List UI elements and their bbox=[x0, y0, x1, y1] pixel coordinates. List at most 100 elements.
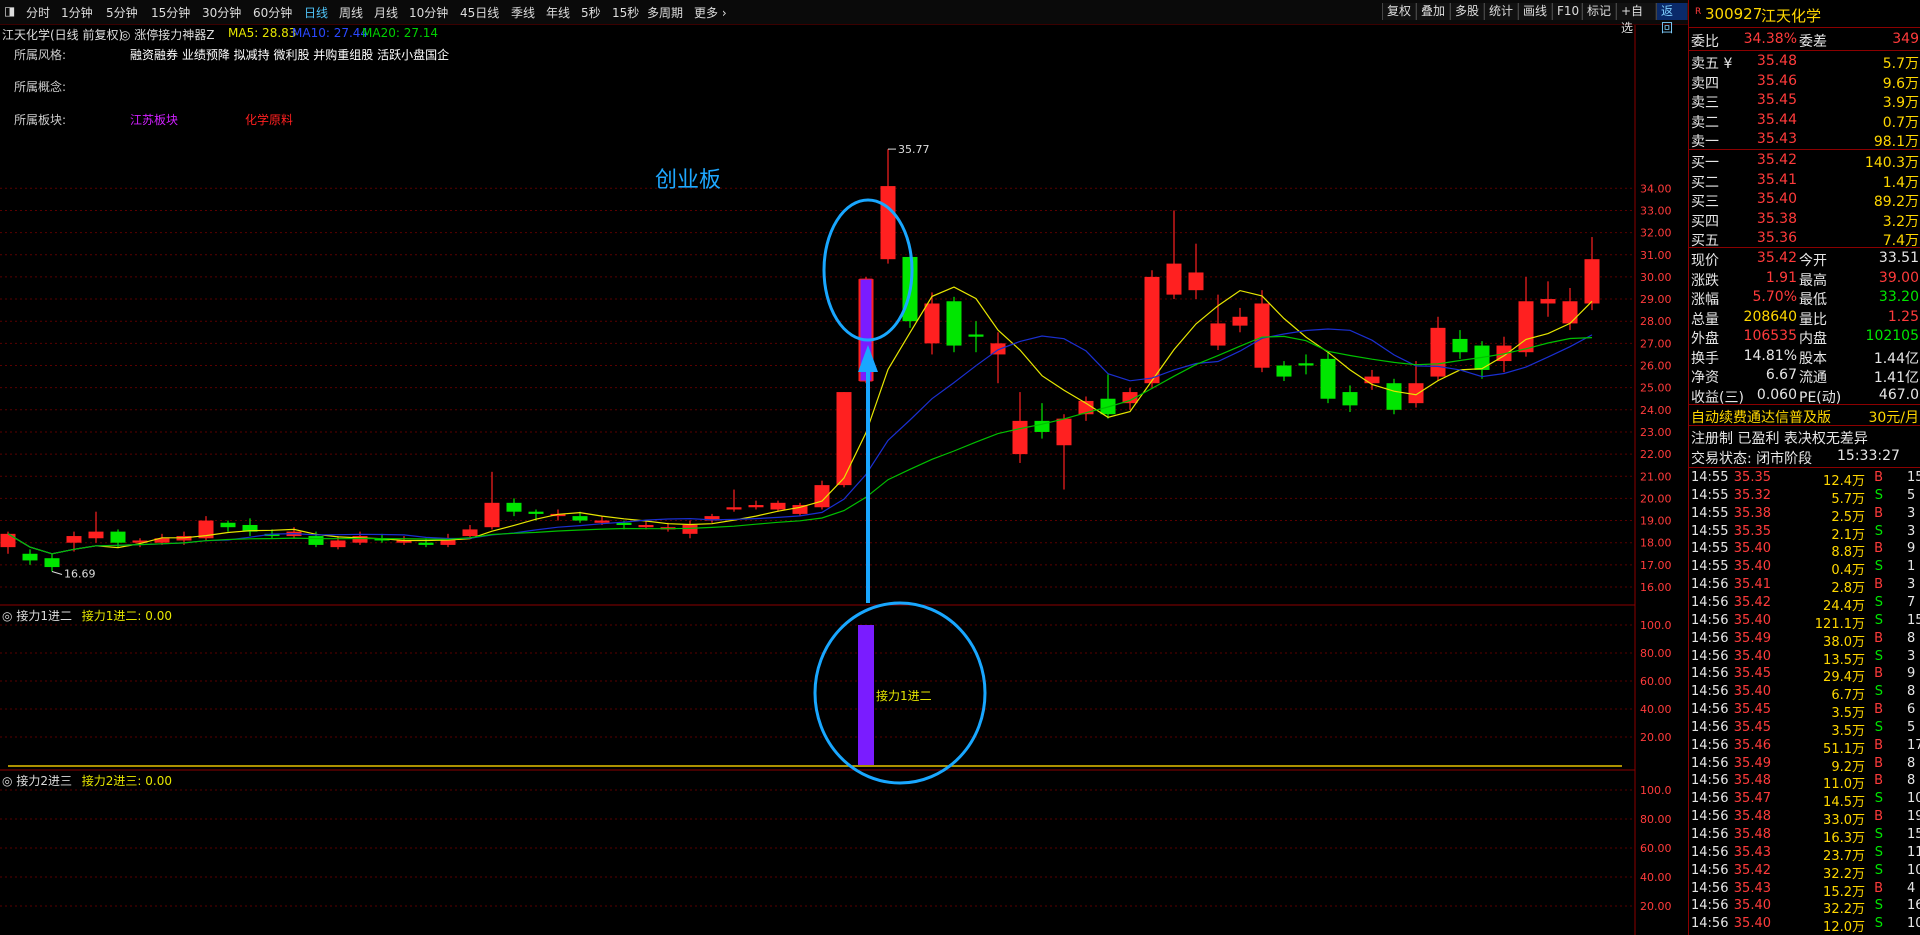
sub2-value: 接力2进三: 0.00 bbox=[81, 774, 172, 788]
quote-row[interactable]: 涨幅 5.70% 最低 33.20 bbox=[1689, 288, 1920, 308]
sub2-tick-label: 40.00 bbox=[1640, 871, 1672, 884]
quote-row[interactable]: 外盘 106535 内盘 102105 bbox=[1689, 327, 1920, 347]
toolbar-btn-1[interactable]: 叠加 bbox=[1416, 3, 1450, 20]
sub1-value: 接力1进二: 0.00 bbox=[81, 609, 172, 623]
quote-row[interactable]: 收益(三) 0.060 PE(动) 467.0 bbox=[1689, 386, 1920, 406]
candle-body bbox=[22, 553, 38, 561]
quote-value: 5.70% bbox=[1752, 289, 1797, 305]
toolbar-btn-2[interactable]: 多股 bbox=[1450, 3, 1484, 20]
tick-count: 3 bbox=[1907, 505, 1916, 521]
tick-row: 14:56 35.48 16.3万 S 15 bbox=[1689, 826, 1920, 846]
toolbar-btn-6[interactable]: 标记 bbox=[1582, 3, 1616, 20]
quote-row[interactable]: 总量 208640 量比 1.25 bbox=[1689, 308, 1920, 328]
tick-time: 14:56 bbox=[1691, 827, 1729, 842]
period-3[interactable]: 15分钟 bbox=[151, 4, 190, 21]
sub1-title-bar: ◎ 接力1进二 接力1进二: 0.00 bbox=[2, 607, 172, 624]
ask-volume: 9.6万 bbox=[1882, 75, 1919, 92]
period-5[interactable]: 60分钟 bbox=[253, 4, 292, 21]
ask-label: 卖一 bbox=[1691, 134, 1719, 150]
period-13[interactable]: 5秒 bbox=[581, 4, 601, 21]
weibi-row: 委比 34.38% 委差 349 bbox=[1689, 30, 1920, 50]
toolbar-btn-7[interactable]: +自选 bbox=[1616, 3, 1656, 35]
tick-count: 8 bbox=[1907, 630, 1916, 646]
ask-row[interactable]: 卖五 ¥ 35.48 5.7万 bbox=[1689, 52, 1920, 72]
quote-value: 1.41亿 bbox=[1873, 370, 1919, 386]
sub2-toggle-icon[interactable]: ◎ bbox=[2, 774, 12, 788]
period-14[interactable]: 15秒 bbox=[612, 4, 639, 21]
bid-row[interactable]: 买四 35.38 3.2万 bbox=[1689, 210, 1920, 230]
period-6[interactable]: 日线 bbox=[304, 4, 328, 21]
period-0[interactable]: 分时 bbox=[26, 4, 50, 21]
candle-body bbox=[1232, 316, 1248, 326]
tick-row: 14:55 35.38 2.5万 B 3 bbox=[1689, 505, 1920, 525]
period-10[interactable]: 45日线 bbox=[460, 4, 499, 21]
price-tick-label: 31.00 bbox=[1640, 249, 1672, 262]
listing-info: 注册制 已盈利 表决权无差异 bbox=[1691, 431, 1868, 447]
ask-row[interactable]: 卖一 35.43 98.1万 bbox=[1689, 130, 1920, 150]
period-16[interactable]: 更多 › bbox=[694, 4, 727, 21]
tick-side: S bbox=[1874, 791, 1883, 807]
toolbar-btn-4[interactable]: 画线 bbox=[1518, 3, 1552, 20]
sector-jiangsu[interactable]: 江苏板块 bbox=[130, 111, 178, 128]
tick-side: S bbox=[1874, 916, 1883, 932]
period-15[interactable]: 多周期 bbox=[647, 4, 683, 21]
tick-side: B bbox=[1874, 666, 1883, 682]
period-1[interactable]: 1分钟 bbox=[61, 4, 93, 21]
period-4[interactable]: 30分钟 bbox=[202, 4, 241, 21]
sub1-toggle-icon[interactable]: ◎ bbox=[2, 609, 12, 623]
quote-value: 35.42 bbox=[1756, 250, 1797, 266]
panel-toggle-icon[interactable]: ◨ bbox=[4, 4, 15, 18]
tick-side: S bbox=[1874, 648, 1883, 664]
tick-side: B bbox=[1874, 702, 1883, 718]
chart-title: 江天化学(日线 前复权) bbox=[2, 28, 124, 42]
bid-row[interactable]: 买二 35.41 1.4万 bbox=[1689, 171, 1920, 191]
ma5-label: MA5: 28.83 bbox=[228, 26, 297, 40]
indicator-name[interactable]: ◎ 涨停接力神器Z bbox=[120, 26, 215, 43]
ad-row-1[interactable]: 自动续费通达信普及版 30元/月 bbox=[1689, 406, 1920, 426]
period-8[interactable]: 月线 bbox=[374, 4, 398, 21]
quote-label: 总量 bbox=[1691, 311, 1719, 328]
sub2-tick-label: 100.0 bbox=[1640, 784, 1672, 797]
price-tick-label: 34.00 bbox=[1640, 182, 1672, 195]
quote-row[interactable]: 涨跌 1.91 最高 39.00 bbox=[1689, 269, 1920, 289]
ask-label: 卖五 ¥ bbox=[1691, 56, 1733, 72]
period-9[interactable]: 10分钟 bbox=[409, 4, 448, 21]
sector-chemical[interactable]: 化学原料 bbox=[245, 111, 293, 128]
weicha-value: 349 bbox=[1892, 31, 1919, 47]
ma20-label: MA20: 27.14 bbox=[362, 26, 439, 40]
ask-row[interactable]: 卖二 35.44 0.7万 bbox=[1689, 111, 1920, 131]
low-marker-line bbox=[51, 571, 63, 575]
period-11[interactable]: 季线 bbox=[511, 4, 535, 21]
kline-chart[interactable]: 34.00 33.00 32.00 31.00 30.00 29.00 28.00 27.00… bbox=[0, 0, 1688, 935]
toolbar-btn-3[interactable]: 统计 bbox=[1484, 3, 1518, 20]
quote-row[interactable]: 现价 35.42 今开 33.51 bbox=[1689, 249, 1920, 269]
period-12[interactable]: 年线 bbox=[546, 4, 570, 21]
quote-row[interactable]: 换手 14.81% 股本 1.44亿 bbox=[1689, 347, 1920, 367]
tick-side: S bbox=[1874, 523, 1883, 539]
bid-row[interactable]: 买一 35.42 140.3万 bbox=[1689, 151, 1920, 171]
period-2[interactable]: 5分钟 bbox=[106, 4, 138, 21]
tick-time: 14:56 bbox=[1691, 844, 1729, 860]
quote-label: 内盘 bbox=[1799, 331, 1827, 347]
bid-row[interactable]: 买三 35.40 89.2万 bbox=[1689, 190, 1920, 210]
bid-row[interactable]: 买五 35.36 7.4万 bbox=[1689, 229, 1920, 249]
tick-row: 14:56 35.40 6.7万 S 8 bbox=[1689, 683, 1920, 703]
period-7[interactable]: 周线 bbox=[339, 4, 363, 21]
high-marker: 35.77 bbox=[898, 143, 930, 156]
toolbar-btn-8[interactable]: 返回 bbox=[1656, 3, 1688, 35]
tick-time: 14:56 bbox=[1691, 594, 1729, 610]
tick-count: 3 bbox=[1907, 523, 1916, 539]
quote-row[interactable]: 净资 6.67 流通 1.41亿 bbox=[1689, 366, 1920, 386]
ask-row[interactable]: 卖三 35.45 3.9万 bbox=[1689, 91, 1920, 111]
candle-body bbox=[572, 516, 588, 521]
toolbar-btn-5[interactable]: F10 bbox=[1552, 3, 1582, 20]
candle-body bbox=[638, 524, 654, 528]
sub2-title-bar: ◎ 接力2进三 接力2进三: 0.00 bbox=[2, 772, 172, 789]
ask-row[interactable]: 卖四 35.46 9.6万 bbox=[1689, 72, 1920, 92]
tick-side: S bbox=[1874, 862, 1883, 878]
candle-body bbox=[1408, 383, 1424, 404]
tick-side: S bbox=[1874, 719, 1883, 735]
toolbar-btn-0[interactable]: 复权 bbox=[1382, 3, 1416, 20]
tick-price: 35.40 bbox=[1733, 684, 1771, 700]
tick-count: 5 bbox=[1907, 487, 1916, 503]
